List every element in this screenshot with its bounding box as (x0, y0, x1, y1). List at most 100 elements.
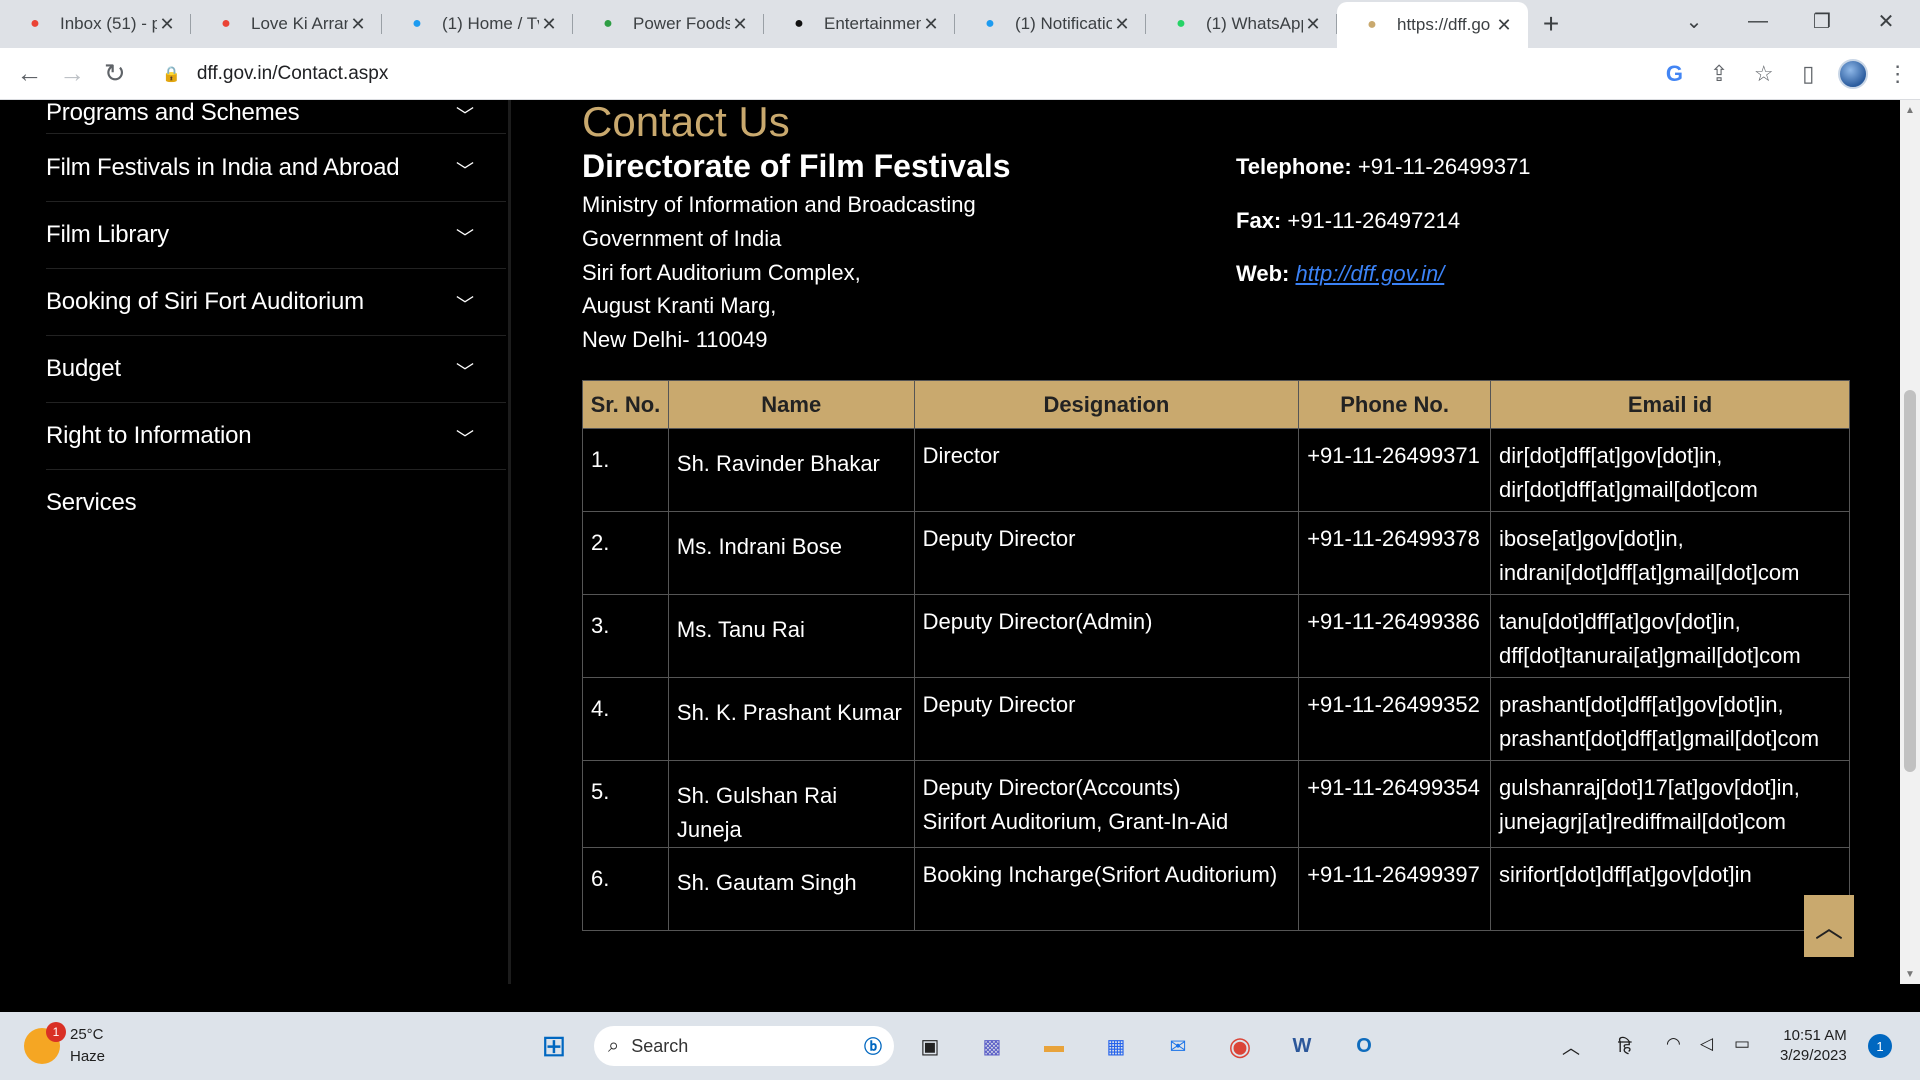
email-line: indrani[dot]dff[at]gmail[dot]com (1499, 560, 1800, 585)
taskbar-search[interactable]: ⌕ Search ⓑ (594, 1026, 894, 1066)
side-panel-icon[interactable]: ▯ (1786, 52, 1831, 96)
weather-widget[interactable]: 1 25°C Haze (24, 1022, 105, 1068)
share-icon[interactable]: ⇪ (1697, 52, 1742, 96)
volume-icon[interactable]: ◁ (1700, 1034, 1713, 1054)
notification-badge[interactable]: 1 (1868, 1034, 1892, 1058)
input-language[interactable]: हि (1618, 1034, 1631, 1057)
scrollbar-thumb[interactable] (1904, 390, 1916, 772)
fax-label: Fax: (1236, 208, 1282, 233)
web-label: Web: (1236, 261, 1290, 286)
system-clock[interactable]: 10:51 AM 3/29/2023 (1780, 1026, 1847, 1066)
close-tab-icon[interactable]: ✕ (921, 14, 941, 35)
close-tab-icon[interactable]: ✕ (1303, 14, 1323, 35)
web-link[interactable]: http://dff.gov.in/ (1296, 261, 1445, 286)
task-view-icon[interactable]: ▣ (912, 1028, 948, 1064)
close-tab-icon[interactable]: ✕ (157, 14, 177, 35)
designation-line: Director (922, 443, 1000, 468)
address-line: Government of India (582, 226, 782, 251)
tab-title: Love Ki Arran (251, 14, 348, 33)
gmail-50-icon: ● (30, 15, 40, 32)
dff-icon: ● (1367, 16, 1377, 33)
sidebar-item-label: Right to Information (46, 422, 252, 449)
browser-tab[interactable]: ● Power Foods ✕ (573, 0, 764, 48)
url-text: dff.gov.in/Contact.aspx (196, 62, 389, 84)
close-tab-icon[interactable]: ✕ (348, 14, 368, 35)
email-line: junejagrj[at]rediffmail[dot]com (1499, 809, 1786, 834)
sidebar-item-film-library[interactable]: Film Library ﹀ (46, 202, 486, 268)
serial-number-cell: 6. (582, 847, 669, 931)
scroll-to-top-button[interactable]: ︿ (1804, 895, 1854, 957)
email-cell: sirifort[dot]dff[at]gov[dot]in (1490, 847, 1850, 931)
google-lens-icon[interactable]: G (1652, 52, 1697, 96)
sidebar-item-services[interactable]: Services (46, 470, 486, 536)
bookmark-star-icon[interactable]: ☆ (1741, 52, 1786, 96)
phone-cell: +91-11-26499371 (1298, 428, 1492, 512)
scroll-down-arrow-icon[interactable]: ▼ (1900, 964, 1920, 984)
windows-start-icon[interactable]: ⊞ (536, 1028, 572, 1064)
scroll-up-arrow-icon[interactable]: ▲ (1900, 100, 1920, 120)
microsoft-store-icon[interactable]: ▦ (1098, 1028, 1134, 1064)
browser-tab[interactable]: ● Love Ki Arran ✕ (191, 0, 382, 48)
tab-title: https://dff.go (1397, 15, 1491, 34)
browser-tab[interactable]: ● Inbox (51) - p ✕ (0, 0, 191, 48)
tray-overflow-chevron-icon[interactable]: ︿ (1562, 1034, 1580, 1060)
address-bar[interactable]: 🔒 dff.gov.in/Contact.aspx (144, 54, 1563, 93)
sidebar-item-rti[interactable]: Right to Information ﹀ (46, 403, 486, 469)
back-button[interactable]: ← (8, 52, 51, 96)
address-line: New Delhi- 110049 (582, 327, 768, 352)
sidebar-item-label: Film Festivals in India and Abroad (46, 154, 400, 181)
close-tab-icon[interactable]: ✕ (539, 14, 559, 35)
designation-line: Deputy Director (922, 692, 1076, 717)
phone-cell: +91-11-26499386 (1298, 594, 1492, 678)
weather-temp: 25°C (70, 1026, 104, 1043)
profile-avatar[interactable] (1831, 52, 1876, 96)
close-tab-icon[interactable]: ✕ (1494, 15, 1514, 36)
mail-icon[interactable]: ✉ (1160, 1028, 1196, 1064)
close-tab-icon[interactable]: ✕ (730, 14, 750, 35)
tab-strip: ● Inbox (51) - p ✕ ● Love Ki Arran ✕ ● (1) Home… (0, 0, 1920, 48)
close-tab-icon[interactable]: ✕ (1112, 14, 1132, 35)
new-tab-button[interactable]: + (1528, 0, 1574, 48)
chrome-icon[interactable]: ◉ (1222, 1028, 1258, 1064)
tab-title: (1) Notificatio (1015, 14, 1112, 33)
weather-sun-icon: 1 (24, 1022, 66, 1064)
designation-cell: Deputy Director (913, 511, 1300, 595)
tab-list: ● Inbox (51) - p ✕ ● Love Ki Arran ✕ ● (1) Home… (0, 0, 1528, 48)
minimize-button[interactable]: — (1728, 0, 1788, 42)
name-cell: Sh. Ravinder Bhakar (667, 428, 915, 512)
sidebar-item-budget[interactable]: Budget ﹀ (46, 336, 486, 402)
browser-toolbar: ← → ↻ 🔒 dff.gov.in/Contact.aspx G ⇪ ☆ ▯ … (0, 48, 1920, 100)
outlook-icon[interactable]: O (1346, 1028, 1382, 1064)
close-window-button[interactable]: ✕ (1856, 0, 1916, 42)
wifi-icon[interactable]: ◠ (1666, 1034, 1681, 1054)
teams-chat-icon[interactable]: ▩ (974, 1028, 1010, 1064)
page-scrollbar[interactable]: ▲ ▼ (1900, 100, 1920, 984)
reload-button[interactable]: ↻ (93, 52, 136, 96)
browser-tab[interactable]: ● Entertainmen ✕ (764, 0, 955, 48)
staff-table: Sr. No. Name Designation Phone No. Email… (582, 380, 1850, 931)
column-header: Name (667, 380, 915, 429)
weather-badge: 1 (46, 1022, 66, 1042)
email-line: gulshanraj[dot]17[at]gov[dot]in, (1499, 775, 1800, 800)
file-explorer-icon[interactable]: ▬ (1036, 1028, 1072, 1064)
sidebar-item-booking[interactable]: Booking of Siri Fort Auditorium ﹀ (46, 269, 486, 335)
sidebar-item-film-festivals[interactable]: Film Festivals in India and Abroad ﹀ (46, 135, 486, 201)
browser-tab[interactable]: ● (1) Home / Tv ✕ (382, 0, 573, 48)
tab-search-icon[interactable]: ⌄ (1664, 0, 1724, 42)
restore-button[interactable]: ❐ (1792, 0, 1852, 42)
search-placeholder: Search (631, 1035, 689, 1056)
name-cell: Ms. Tanu Rai (667, 594, 915, 678)
lock-icon[interactable]: 🔒 (162, 65, 181, 83)
forward-button[interactable]: → (51, 52, 94, 96)
word-icon[interactable]: W (1284, 1028, 1320, 1064)
address-line: August Kranti Marg, (582, 293, 777, 318)
browser-tab[interactable]: ● (1) Notificatio ✕ (955, 0, 1146, 48)
phone-cell: +91-11-26499354 (1298, 760, 1492, 848)
browser-tab[interactable]: ● (1) WhatsApp ✕ (1146, 0, 1337, 48)
menu-kebab-icon[interactable]: ⋮ (1875, 52, 1920, 96)
entertainment-icon: ● (794, 15, 804, 32)
phone-cell: +91-11-26499397 (1298, 847, 1492, 931)
whatsapp-icon: ● (1176, 15, 1186, 32)
browser-tab[interactable]: ● https://dff.go ✕ (1337, 2, 1528, 48)
battery-icon[interactable]: ▭ (1734, 1034, 1750, 1054)
